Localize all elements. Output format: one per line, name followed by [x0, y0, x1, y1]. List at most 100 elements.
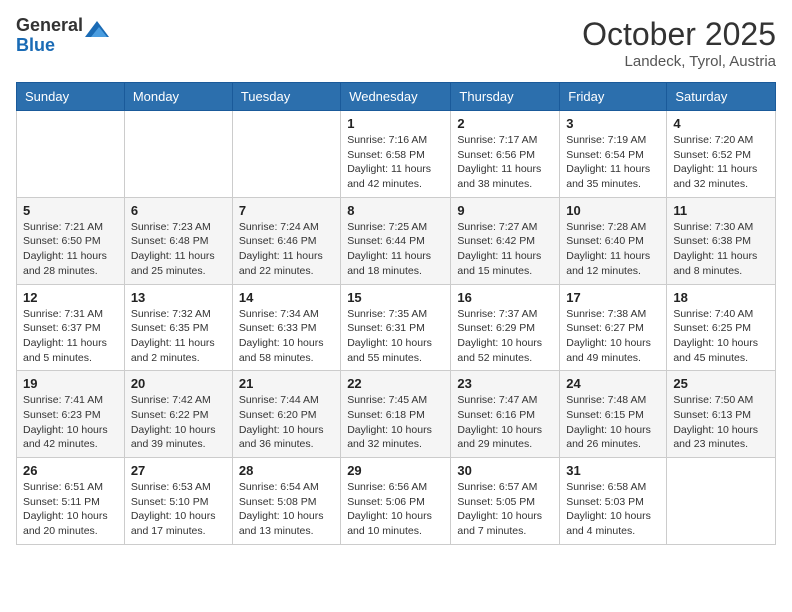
calendar-cell: 1Sunrise: 7:16 AM Sunset: 6:58 PM Daylig…	[341, 111, 451, 198]
calendar-week-3: 12Sunrise: 7:31 AM Sunset: 6:37 PM Dayli…	[17, 284, 776, 371]
calendar-cell: 26Sunrise: 6:51 AM Sunset: 5:11 PM Dayli…	[17, 458, 125, 545]
day-info: Sunrise: 6:54 AM Sunset: 5:08 PM Dayligh…	[239, 480, 334, 539]
calendar-cell: 6 Sunrise: 7:23 AM Sunset: 6:48 PM Daylig…	[124, 197, 232, 284]
day-number: 23	[457, 376, 553, 391]
title-block: October 2025 Landeck, Tyrol, Austria	[582, 16, 776, 70]
day-info: Sunrise: 7:20 AM Sunset: 6:52 PM Dayligh…	[673, 133, 769, 192]
day-info: Sunrise: 7:38 AM Sunset: 6:27 PM Dayligh…	[566, 307, 660, 366]
calendar-cell: 7 Sunrise: 7:24 AM Sunset: 6:46 PM Daylig…	[232, 197, 340, 284]
day-header-sunday: Sunday	[17, 83, 125, 111]
day-number: 30	[457, 463, 553, 478]
day-info: Sunrise: 7:37 AM Sunset: 6:29 PM Dayligh…	[457, 307, 553, 366]
day-info: Sunrise: 7:17 AM Sunset: 6:56 PM Dayligh…	[457, 133, 553, 192]
day-header-thursday: Thursday	[451, 83, 560, 111]
day-number: 29	[347, 463, 444, 478]
calendar-cell: 3 Sunrise: 7:19 AM Sunset: 6:54 PM Daylig…	[560, 111, 667, 198]
logo: General Blue	[16, 16, 109, 56]
calendar-cell: 9 Sunrise: 7:27 AM Sunset: 6:42 PM Daylig…	[451, 197, 560, 284]
calendar-cell: 27 Sunrise: 6:53 AM Sunset: 5:10 PM Dayli…	[124, 458, 232, 545]
day-info: Sunrise: 7:23 AM Sunset: 6:48 PM Dayligh…	[131, 220, 226, 279]
day-number: 27	[131, 463, 226, 478]
day-number: 26	[23, 463, 118, 478]
day-number: 14	[239, 290, 334, 305]
day-info: Sunrise: 7:27 AM Sunset: 6:42 PM Dayligh…	[457, 220, 553, 279]
day-info: Sunrise: 6:56 AM Sunset: 5:06 PM Dayligh…	[347, 480, 444, 539]
calendar-cell: 25 Sunrise: 7:50 AM Sunset: 6:13 PM Dayli…	[667, 371, 776, 458]
day-header-wednesday: Wednesday	[341, 83, 451, 111]
day-info: Sunrise: 7:48 AM Sunset: 6:15 PM Dayligh…	[566, 393, 660, 452]
day-info: Sunrise: 7:40 AM Sunset: 6:25 PM Dayligh…	[673, 307, 769, 366]
calendar-cell	[232, 111, 340, 198]
calendar-cell: 15 Sunrise: 7:35 AM Sunset: 6:31 PM Dayli…	[341, 284, 451, 371]
day-header-tuesday: Tuesday	[232, 83, 340, 111]
day-info: Sunrise: 6:58 AM Sunset: 5:03 PM Dayligh…	[566, 480, 660, 539]
day-number: 24	[566, 376, 660, 391]
day-info: Sunrise: 7:25 AM Sunset: 6:44 PM Dayligh…	[347, 220, 444, 279]
day-number: 15	[347, 290, 444, 305]
day-info: Sunrise: 7:30 AM Sunset: 6:38 PM Dayligh…	[673, 220, 769, 279]
day-info: Sunrise: 6:53 AM Sunset: 5:10 PM Dayligh…	[131, 480, 226, 539]
day-number: 9	[457, 203, 553, 218]
day-info: Sunrise: 7:42 AM Sunset: 6:22 PM Dayligh…	[131, 393, 226, 452]
calendar-cell: 17Sunrise: 7:38 AM Sunset: 6:27 PM Dayli…	[560, 284, 667, 371]
day-header-friday: Friday	[560, 83, 667, 111]
day-info: Sunrise: 7:28 AM Sunset: 6:40 PM Dayligh…	[566, 220, 660, 279]
day-number: 2	[457, 116, 553, 131]
day-info: Sunrise: 7:41 AM Sunset: 6:23 PM Dayligh…	[23, 393, 118, 452]
calendar-week-4: 19Sunrise: 7:41 AM Sunset: 6:23 PM Dayli…	[17, 371, 776, 458]
day-info: Sunrise: 7:50 AM Sunset: 6:13 PM Dayligh…	[673, 393, 769, 452]
day-number: 20	[131, 376, 226, 391]
logo-blue-text: Blue	[16, 36, 83, 56]
day-number: 13	[131, 290, 226, 305]
month-title: October 2025	[582, 16, 776, 53]
day-number: 18	[673, 290, 769, 305]
day-info: Sunrise: 7:32 AM Sunset: 6:35 PM Dayligh…	[131, 307, 226, 366]
day-number: 21	[239, 376, 334, 391]
day-header-saturday: Saturday	[667, 83, 776, 111]
calendar-cell: 4Sunrise: 7:20 AM Sunset: 6:52 PM Daylig…	[667, 111, 776, 198]
calendar-cell: 16Sunrise: 7:37 AM Sunset: 6:29 PM Dayli…	[451, 284, 560, 371]
calendar-cell: 22 Sunrise: 7:45 AM Sunset: 6:18 PM Dayli…	[341, 371, 451, 458]
day-number: 10	[566, 203, 660, 218]
day-number: 6	[131, 203, 226, 218]
calendar-cell: 12Sunrise: 7:31 AM Sunset: 6:37 PM Dayli…	[17, 284, 125, 371]
day-number: 8	[347, 203, 444, 218]
calendar-cell: 29 Sunrise: 6:56 AM Sunset: 5:06 PM Dayli…	[341, 458, 451, 545]
day-info: Sunrise: 7:19 AM Sunset: 6:54 PM Dayligh…	[566, 133, 660, 192]
day-info: Sunrise: 6:57 AM Sunset: 5:05 PM Dayligh…	[457, 480, 553, 539]
day-number: 5	[23, 203, 118, 218]
day-number: 25	[673, 376, 769, 391]
logo-icon	[85, 19, 109, 43]
day-info: Sunrise: 7:24 AM Sunset: 6:46 PM Dayligh…	[239, 220, 334, 279]
day-info: Sunrise: 7:45 AM Sunset: 6:18 PM Dayligh…	[347, 393, 444, 452]
day-info: Sunrise: 7:47 AM Sunset: 6:16 PM Dayligh…	[457, 393, 553, 452]
day-info: Sunrise: 7:21 AM Sunset: 6:50 PM Dayligh…	[23, 220, 118, 279]
calendar-cell: 21 Sunrise: 7:44 AM Sunset: 6:20 PM Dayli…	[232, 371, 340, 458]
day-header-monday: Monday	[124, 83, 232, 111]
day-number: 31	[566, 463, 660, 478]
day-info: Sunrise: 7:34 AM Sunset: 6:33 PM Dayligh…	[239, 307, 334, 366]
day-number: 11	[673, 203, 769, 218]
day-number: 22	[347, 376, 444, 391]
calendar-cell: 19Sunrise: 7:41 AM Sunset: 6:23 PM Dayli…	[17, 371, 125, 458]
calendar-week-2: 5 Sunrise: 7:21 AM Sunset: 6:50 PM Daylig…	[17, 197, 776, 284]
calendar-cell: 18 Sunrise: 7:40 AM Sunset: 6:25 PM Dayli…	[667, 284, 776, 371]
calendar-cell: 5 Sunrise: 7:21 AM Sunset: 6:50 PM Daylig…	[17, 197, 125, 284]
calendar-cell: 2 Sunrise: 7:17 AM Sunset: 6:56 PM Daylig…	[451, 111, 560, 198]
calendar-cell: 23 Sunrise: 7:47 AM Sunset: 6:16 PM Dayli…	[451, 371, 560, 458]
day-info: Sunrise: 7:44 AM Sunset: 6:20 PM Dayligh…	[239, 393, 334, 452]
day-info: Sunrise: 7:35 AM Sunset: 6:31 PM Dayligh…	[347, 307, 444, 366]
calendar-header-row: SundayMondayTuesdayWednesdayThursdayFrid…	[17, 83, 776, 111]
calendar-cell	[17, 111, 125, 198]
calendar-week-5: 26Sunrise: 6:51 AM Sunset: 5:11 PM Dayli…	[17, 458, 776, 545]
location: Landeck, Tyrol, Austria	[582, 53, 776, 70]
day-number: 7	[239, 203, 334, 218]
calendar-cell	[124, 111, 232, 198]
calendar-cell: 24 Sunrise: 7:48 AM Sunset: 6:15 PM Dayli…	[560, 371, 667, 458]
calendar-week-1: 1Sunrise: 7:16 AM Sunset: 6:58 PM Daylig…	[17, 111, 776, 198]
day-number: 3	[566, 116, 660, 131]
day-info: Sunrise: 7:16 AM Sunset: 6:58 PM Dayligh…	[347, 133, 444, 192]
calendar-cell: 20 Sunrise: 7:42 AM Sunset: 6:22 PM Dayli…	[124, 371, 232, 458]
logo-general-text: General	[16, 16, 83, 36]
page-header: General Blue October 2025 Landeck, Tyrol…	[16, 16, 776, 70]
